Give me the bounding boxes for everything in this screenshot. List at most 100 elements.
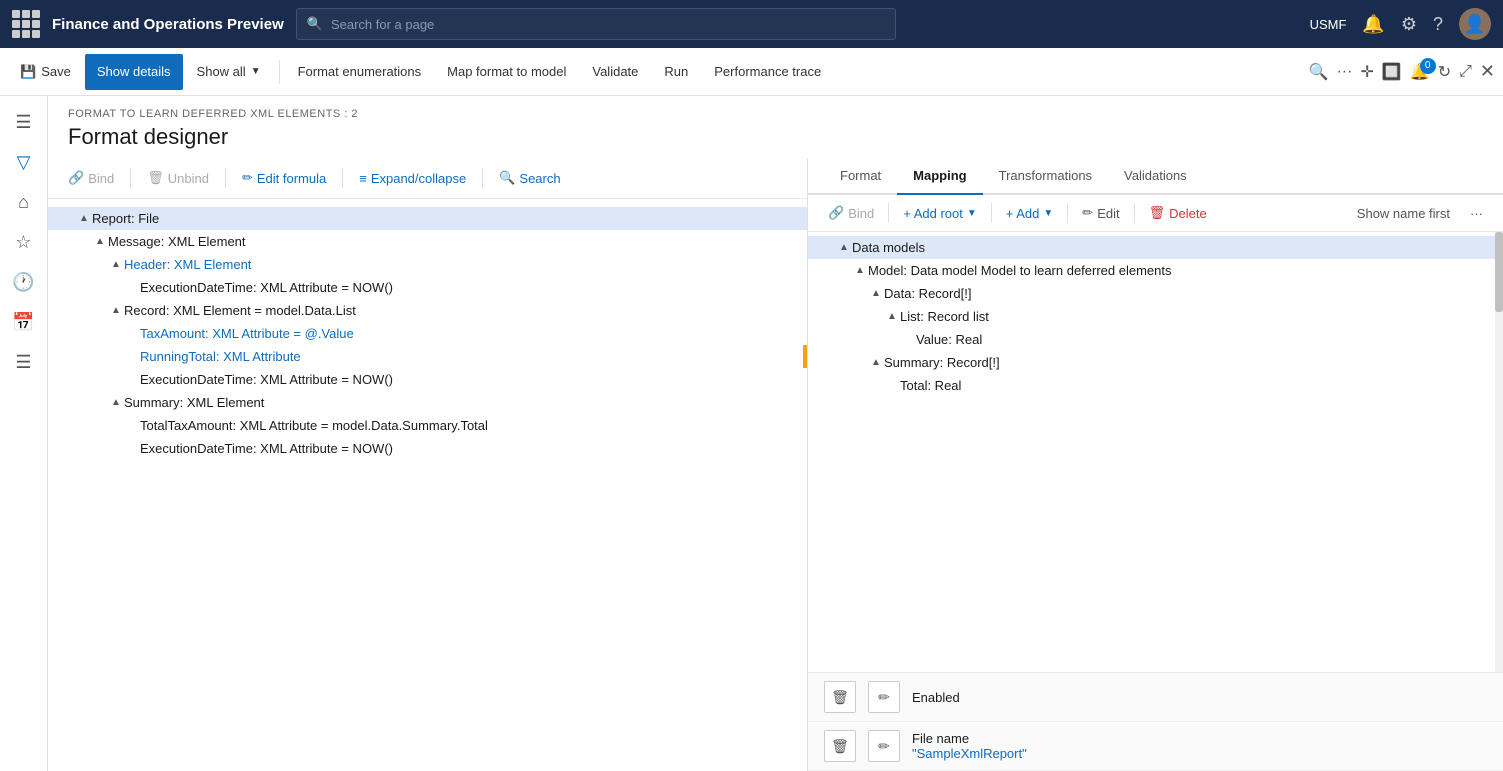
format-enumerations-button[interactable]: Format enumerations bbox=[286, 54, 434, 90]
expand-collapse-button[interactable]: ≡ Expand/collapse bbox=[351, 167, 474, 190]
performance-trace-button[interactable]: Performance trace bbox=[702, 54, 833, 90]
edit-formula-button[interactable]: ✏ Edit formula bbox=[234, 166, 334, 190]
delete-mapping-button[interactable]: 🗑 Delete bbox=[1141, 201, 1215, 225]
toolbar-expand-icon[interactable]: ⤢ bbox=[1459, 63, 1472, 81]
validate-button[interactable]: Validate bbox=[580, 54, 650, 90]
delete-mapping-icon: 🗑 bbox=[1149, 205, 1166, 221]
global-search-input[interactable] bbox=[331, 17, 885, 32]
show-details-button[interactable]: Show details bbox=[85, 54, 183, 90]
notification-count: 0 bbox=[1420, 58, 1436, 74]
mapping-bind-icon: 🔗 bbox=[828, 205, 844, 221]
tree-label: RunningTotal: XML Attribute bbox=[140, 349, 807, 364]
add-button[interactable]: + Add ▼ bbox=[998, 202, 1062, 225]
tree-toggle[interactable]: ▲ bbox=[108, 259, 124, 270]
notification-icon[interactable]: 🔔 bbox=[1362, 14, 1384, 35]
tree-item[interactable]: ExecutionDateTime: XML Attribute = NOW() bbox=[48, 437, 807, 460]
tree-item[interactable]: ExecutionDateTime: XML Attribute = NOW() bbox=[48, 276, 807, 299]
mapping-bind-button[interactable]: 🔗 Bind bbox=[820, 201, 882, 225]
toolbar-search-icon[interactable]: 🔍 bbox=[1309, 62, 1329, 82]
tree-item[interactable]: RunningTotal: XML Attribute bbox=[48, 345, 807, 368]
toolbar-separator bbox=[279, 60, 280, 84]
mapping-scrollbar[interactable] bbox=[1495, 232, 1503, 672]
tree-label: Total: Real bbox=[900, 378, 1503, 393]
mapping-more-button[interactable]: ··· bbox=[1462, 202, 1491, 225]
prop-delete-btn-2[interactable]: 🗑 bbox=[824, 730, 856, 762]
tree-toggle[interactable]: ▲ bbox=[92, 236, 108, 247]
bind-button[interactable]: 🔗 Bind bbox=[60, 166, 122, 190]
tree-toggle[interactable]: ▲ bbox=[108, 397, 124, 408]
username-label: USMF bbox=[1310, 17, 1347, 32]
add-root-button[interactable]: + Add root ▼ bbox=[895, 202, 985, 225]
sidebar-calendar-icon[interactable]: 📅 bbox=[6, 304, 42, 340]
unbind-button[interactable]: 🗑 Unbind bbox=[139, 166, 217, 190]
tab-validations[interactable]: Validations bbox=[1108, 158, 1203, 195]
left-sidebar: ☰ ▽ ⌂ ☆ 🕐 📅 ☰ bbox=[0, 96, 48, 771]
tree-item[interactable]: ▲ Header: XML Element bbox=[48, 253, 807, 276]
prop-delete-btn-1[interactable]: 🗑 bbox=[824, 681, 856, 713]
expand-icon: ≡ bbox=[359, 171, 367, 186]
toolbar-pin-icon[interactable]: ✛ bbox=[1360, 62, 1373, 82]
tree-toggle[interactable]: ▲ bbox=[884, 311, 900, 322]
edit-formula-icon: ✏ bbox=[242, 170, 253, 186]
tab-transformations[interactable]: Transformations bbox=[983, 158, 1108, 195]
search-button[interactable]: 🔍 Search bbox=[491, 166, 568, 190]
run-button[interactable]: Run bbox=[652, 54, 700, 90]
tree-label: Record: XML Element = model.Data.List bbox=[124, 303, 807, 318]
mapping-tree-item[interactable]: Value: Real bbox=[808, 328, 1503, 351]
tree-toggle[interactable]: ▲ bbox=[868, 357, 884, 368]
sidebar-menu-icon[interactable]: ☰ bbox=[6, 104, 42, 140]
tree-label: Data: Record[!] bbox=[884, 286, 1503, 301]
toolbar-close-icon[interactable]: ✕ bbox=[1480, 61, 1495, 82]
toolbar-more-icon[interactable]: ··· bbox=[1336, 63, 1352, 81]
apps-menu-button[interactable] bbox=[12, 10, 40, 38]
mapping-tree-item[interactable]: ▲ List: Record list bbox=[808, 305, 1503, 328]
tree-toggle[interactable]: ▲ bbox=[836, 242, 852, 253]
mapping-tree-item[interactable]: Total: Real bbox=[808, 374, 1503, 397]
nav-right: USMF 🔔 ⚙ ? 👤 bbox=[1310, 8, 1491, 40]
page-title: Format designer bbox=[68, 124, 1483, 150]
tree-item[interactable]: ▲ Summary: XML Element bbox=[48, 391, 807, 414]
tree-item[interactable]: TotalTaxAmount: XML Attribute = model.Da… bbox=[48, 414, 807, 437]
tab-format[interactable]: Format bbox=[824, 158, 897, 195]
tree-label: ExecutionDateTime: XML Attribute = NOW() bbox=[140, 372, 807, 387]
user-avatar[interactable]: 👤 bbox=[1459, 8, 1491, 40]
tree-label: Summary: Record[!] bbox=[884, 355, 1503, 370]
toolbar: 💾 Save Show details Show all ▼ Format en… bbox=[0, 48, 1503, 96]
tree-item[interactable]: ExecutionDateTime: XML Attribute = NOW() bbox=[48, 368, 807, 391]
toolbar-refresh-icon[interactable]: ↻ bbox=[1438, 62, 1451, 82]
edit-mapping-button[interactable]: ✏ Edit bbox=[1074, 201, 1127, 225]
tree-toggle[interactable]: ▲ bbox=[852, 265, 868, 276]
show-all-button[interactable]: Show all ▼ bbox=[185, 54, 273, 90]
mapping-tree-item[interactable]: ▲ Data: Record[!] bbox=[808, 282, 1503, 305]
prop-edit-btn-2[interactable]: ✏ bbox=[868, 730, 900, 762]
save-button[interactable]: 💾 Save bbox=[8, 54, 83, 90]
sidebar-filter-icon[interactable]: ▽ bbox=[6, 144, 42, 180]
tab-mapping[interactable]: Mapping bbox=[897, 158, 982, 195]
global-search-box[interactable]: 🔍 bbox=[296, 8, 896, 40]
tree-item[interactable]: ▲ Message: XML Element bbox=[48, 230, 807, 253]
prop-edit-btn-1[interactable]: ✏ bbox=[868, 681, 900, 713]
help-icon[interactable]: ? bbox=[1433, 14, 1443, 35]
map-format-to-model-button[interactable]: Map format to model bbox=[435, 54, 578, 90]
tree-item[interactable]: ▲ Record: XML Element = model.Data.List bbox=[48, 299, 807, 322]
tree-toggle[interactable]: ▲ bbox=[868, 288, 884, 299]
scrollbar-thumb[interactable] bbox=[1495, 232, 1503, 312]
show-name-first-button[interactable]: Show name first bbox=[1349, 202, 1458, 225]
mapping-tree-item[interactable]: ▲ Data models bbox=[808, 236, 1503, 259]
tree-toggle[interactable]: ▲ bbox=[76, 213, 92, 224]
settings-icon[interactable]: ⚙ bbox=[1401, 14, 1417, 35]
sidebar-recent-icon[interactable]: 🕐 bbox=[6, 264, 42, 300]
sidebar-list-icon[interactable]: ☰ bbox=[6, 344, 42, 380]
tree-label: List: Record list bbox=[900, 309, 1503, 324]
save-icon: 💾 bbox=[20, 64, 36, 80]
mapping-panel: Format Mapping Transformations Validatio… bbox=[808, 158, 1503, 771]
tree-item[interactable]: ▲ Report: File bbox=[48, 207, 807, 230]
mapping-tree-item[interactable]: ▲ Model: Data model Model to learn defer… bbox=[808, 259, 1503, 282]
tree-item[interactable]: TaxAmount: XML Attribute = @.Value bbox=[48, 322, 807, 345]
toolbar-view-icon[interactable]: 🔲 bbox=[1382, 62, 1402, 82]
mapping-tree-item[interactable]: ▲ Summary: Record[!] bbox=[808, 351, 1503, 374]
tree-toggle[interactable]: ▲ bbox=[108, 305, 124, 316]
sidebar-star-icon[interactable]: ☆ bbox=[6, 224, 42, 260]
tree-label: Value: Real bbox=[916, 332, 1503, 347]
sidebar-home-icon[interactable]: ⌂ bbox=[6, 184, 42, 220]
